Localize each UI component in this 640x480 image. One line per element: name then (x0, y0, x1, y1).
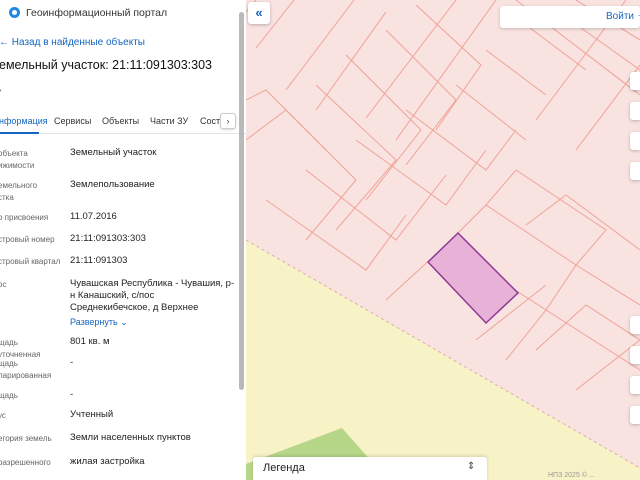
field-label: объекта ижимости (0, 149, 35, 170)
portal-header: Геоинформационный портал (0, 0, 246, 26)
field-value: 21:11:091303 (70, 255, 128, 266)
map-tool-button[interactable] (630, 162, 640, 180)
object-title: емельный участок: 21:11:091303:303 (0, 58, 213, 72)
field-label: егория земель (0, 434, 52, 443)
globe-icon (9, 7, 20, 18)
field-label: щадь ларированная (0, 359, 52, 380)
arrow-right-icon: → (636, 9, 640, 20)
map-tool-button[interactable] (630, 406, 640, 424)
field-value: 21:11:091303:303 (70, 233, 146, 244)
field-value: Земли населенных пунктов (70, 432, 191, 443)
field-value: - (70, 389, 74, 400)
field-label: разрешенного (0, 458, 51, 467)
map-tool-button[interactable] (630, 346, 640, 364)
selected-parcel[interactable] (426, 231, 520, 325)
expand-address-link[interactable]: Развернуть ⌄ (70, 317, 128, 328)
back-to-results-link[interactable]: ← Назад в найденные объекты (0, 37, 145, 48)
field-value: Землепользование (70, 179, 155, 190)
field-value: 801 кв. м (70, 336, 110, 347)
field-label: щадь (0, 391, 18, 400)
expand-vertical-icon[interactable]: ⇕ (467, 461, 475, 472)
panel-scrollbar[interactable] (239, 12, 244, 390)
chevron-right-icon: › (226, 116, 230, 126)
map-tool-button[interactable] (630, 132, 640, 150)
map-tool-button[interactable] (630, 376, 640, 394)
tab-parcel-parts[interactable]: Части ЗУ (150, 116, 188, 126)
field-value: Учтенный (70, 409, 114, 420)
info-panel: Геоинформационный портал ← Назад в найде… (0, 0, 246, 480)
double-chevron-left-icon: « (255, 5, 263, 20)
field-value: 11.07.2016 (70, 211, 117, 222)
arrow-left-icon: ← (0, 37, 9, 48)
field-label: стровый номер (0, 235, 55, 244)
chevron-down-icon: ⌄ (120, 317, 128, 327)
tabs-next-button[interactable]: › (220, 113, 236, 129)
cadastral-map[interactable] (246, 0, 640, 480)
field-label: о присвоения (0, 213, 49, 222)
map-tool-button[interactable] (630, 102, 640, 120)
legend-bar[interactable]: Легенда ⇕ (253, 457, 487, 480)
tab-information[interactable]: нформация (0, 116, 48, 126)
field-value: Чувашская Республика - Чувашия, р-н Кана… (70, 278, 235, 313)
login-label: Войти (606, 11, 634, 22)
field-label: ос (0, 280, 7, 289)
map-canvas[interactable] (246, 0, 640, 480)
tab-services[interactable]: Сервисы (54, 116, 91, 126)
active-tab-indicator (0, 132, 39, 134)
map-attribution: НПЗ 2025 © ... (548, 472, 595, 479)
portal-title: Геоинформационный портал (26, 7, 168, 19)
chevron-icon[interactable]: › (0, 85, 1, 96)
tab-bar: нформация Сервисы Объекты Части ЗУ Соста (0, 110, 246, 134)
field-label: стровый квартал (0, 257, 61, 266)
map-tool-button[interactable] (630, 72, 640, 90)
legend-label: Легенда (263, 462, 305, 474)
field-label: емельного стка (0, 181, 38, 202)
login-button[interactable]: Войти → (500, 6, 640, 28)
field-value: жилая застройка (70, 456, 145, 467)
collapse-panel-button[interactable]: « (248, 2, 270, 24)
field-label: ус (0, 411, 6, 420)
tab-objects[interactable]: Объекты (102, 116, 139, 126)
map-tool-button[interactable] (630, 316, 640, 334)
field-value: Земельный участок (70, 147, 157, 158)
field-value: - (70, 357, 74, 368)
